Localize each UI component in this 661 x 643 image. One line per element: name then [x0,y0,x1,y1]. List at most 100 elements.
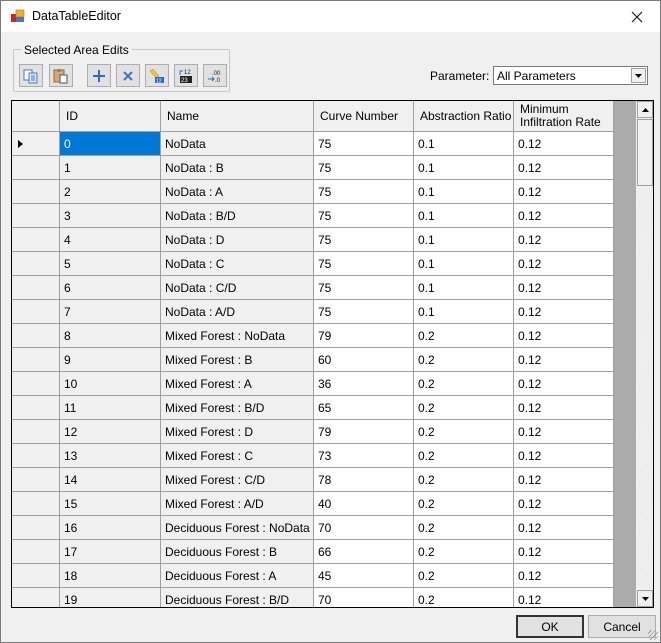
table-row[interactable]: 15 Mixed Forest : A/D 40 0.2 0.12 [12,492,614,516]
abstraction-ratio-cell[interactable]: 0.1 [414,180,514,204]
id-cell[interactable]: 1 [60,156,161,180]
name-cell[interactable]: NoData : B [161,156,314,180]
scroll-thumb[interactable] [637,119,653,186]
column-header[interactable]: ID [60,101,161,132]
curve-number-cell[interactable]: 60 [314,348,414,372]
abstraction-ratio-cell[interactable]: 0.1 [414,252,514,276]
min-infiltration-rate-cell[interactable]: 0.12 [514,156,614,180]
scroll-up-button[interactable] [637,101,653,118]
column-header[interactable]: Abstraction Ratio [414,101,514,132]
abstraction-ratio-cell[interactable]: 0.2 [414,492,514,516]
abstraction-ratio-cell[interactable]: 0.1 [414,300,514,324]
row-header[interactable] [12,540,60,564]
name-cell[interactable]: Mixed Forest : D [161,420,314,444]
decimal-button[interactable]: .00 .0 [203,64,227,87]
row-header[interactable] [12,588,60,607]
id-cell[interactable]: 18 [60,564,161,588]
row-header[interactable] [12,228,60,252]
abstraction-ratio-cell[interactable]: 0.2 [414,324,514,348]
table-row[interactable]: 18 Deciduous Forest : A 45 0.2 0.12 [12,564,614,588]
row-header[interactable] [12,492,60,516]
row-header[interactable] [12,348,60,372]
row-header[interactable] [12,204,60,228]
curve-number-cell[interactable]: 66 [314,540,414,564]
min-infiltration-rate-cell[interactable]: 0.12 [514,468,614,492]
curve-number-cell[interactable]: 75 [314,300,414,324]
id-cell[interactable]: 0 [60,132,161,156]
row-header[interactable] [12,444,60,468]
min-infiltration-rate-cell[interactable]: 0.12 [514,564,614,588]
min-infiltration-rate-cell[interactable]: 0.12 [514,492,614,516]
curve-number-cell[interactable]: 75 [314,204,414,228]
curve-number-cell[interactable]: 70 [314,516,414,540]
id-cell[interactable]: 17 [60,540,161,564]
row-header[interactable] [12,252,60,276]
row-header[interactable] [12,468,60,492]
row-header[interactable] [12,372,60,396]
table-row[interactable]: 5 NoData : C 75 0.1 0.12 [12,252,614,276]
name-cell[interactable]: NoData : C [161,252,314,276]
row-header[interactable] [12,516,60,540]
curve-number-cell[interactable]: 70 [314,588,414,607]
row-header[interactable] [12,300,60,324]
curve-number-cell[interactable]: 75 [314,180,414,204]
abstraction-ratio-cell[interactable]: 0.2 [414,588,514,607]
name-cell[interactable]: NoData : A [161,180,314,204]
cancel-button[interactable]: Cancel [588,615,656,638]
parameter-dropdown[interactable]: All Parameters [493,66,648,85]
table-row[interactable]: 13 Mixed Forest : C 73 0.2 0.12 [12,444,614,468]
id-cell[interactable]: 13 [60,444,161,468]
delete-button[interactable] [116,64,140,87]
min-infiltration-rate-cell[interactable]: 0.12 [514,348,614,372]
min-infiltration-rate-cell[interactable]: 0.12 [514,180,614,204]
column-header[interactable]: Name [161,101,314,132]
table-row[interactable]: 10 Mixed Forest : A 36 0.2 0.12 [12,372,614,396]
min-infiltration-rate-cell[interactable]: 0.12 [514,444,614,468]
name-cell[interactable]: Mixed Forest : B/D [161,396,314,420]
paste-button[interactable] [49,64,73,87]
min-infiltration-rate-cell[interactable]: 0.12 [514,516,614,540]
name-cell[interactable]: Deciduous Forest : NoData [161,516,314,540]
close-button[interactable] [614,1,660,32]
table-row[interactable]: 12 Mixed Forest : D 79 0.2 0.12 [12,420,614,444]
min-infiltration-rate-cell[interactable]: 0.12 [514,540,614,564]
id-cell[interactable]: 5 [60,252,161,276]
name-cell[interactable]: Deciduous Forest : B [161,540,314,564]
min-infiltration-rate-cell[interactable]: 0.12 [514,372,614,396]
table-row[interactable]: 16 Deciduous Forest : NoData 70 0.2 0.12 [12,516,614,540]
row-header[interactable] [12,324,60,348]
name-cell[interactable]: NoData : C/D [161,276,314,300]
table-row[interactable]: 2 NoData : A 75 0.1 0.12 [12,180,614,204]
id-cell[interactable]: 11 [60,396,161,420]
ok-button[interactable]: OK [516,615,584,638]
min-infiltration-rate-cell[interactable]: 0.12 [514,204,614,228]
abstraction-ratio-cell[interactable]: 0.1 [414,156,514,180]
name-cell[interactable]: Deciduous Forest : B/D [161,588,314,607]
abstraction-ratio-cell[interactable]: 0.2 [414,396,514,420]
abstraction-ratio-cell[interactable]: 0.1 [414,132,514,156]
row-header[interactable] [12,132,60,156]
table-row[interactable]: 19 Deciduous Forest : B/D 70 0.2 0.12 [12,588,614,607]
name-cell[interactable]: Mixed Forest : A/D [161,492,314,516]
id-cell[interactable]: 10 [60,372,161,396]
abstraction-ratio-cell[interactable]: 0.2 [414,468,514,492]
name-cell[interactable]: Mixed Forest : C/D [161,468,314,492]
curve-number-cell[interactable]: 79 [314,420,414,444]
curve-number-cell[interactable]: 75 [314,156,414,180]
min-infiltration-rate-cell[interactable]: 0.12 [514,228,614,252]
curve-number-cell[interactable]: 40 [314,492,414,516]
table-row[interactable]: 6 NoData : C/D 75 0.1 0.12 [12,276,614,300]
column-header[interactable]: Minimum Infiltration Rate [514,101,614,132]
row-header[interactable] [12,396,60,420]
min-infiltration-rate-cell[interactable]: 0.12 [514,300,614,324]
row-header[interactable] [12,156,60,180]
id-cell[interactable]: 12 [60,420,161,444]
min-infiltration-rate-cell[interactable]: 0.12 [514,252,614,276]
scroll-down-button[interactable] [637,590,653,607]
abstraction-ratio-cell[interactable]: 0.2 [414,348,514,372]
id-cell[interactable]: 15 [60,492,161,516]
id-cell[interactable]: 3 [60,204,161,228]
abstraction-ratio-cell[interactable]: 0.2 [414,444,514,468]
name-cell[interactable]: Mixed Forest : NoData [161,324,314,348]
table-row[interactable]: 4 NoData : D 75 0.1 0.12 [12,228,614,252]
